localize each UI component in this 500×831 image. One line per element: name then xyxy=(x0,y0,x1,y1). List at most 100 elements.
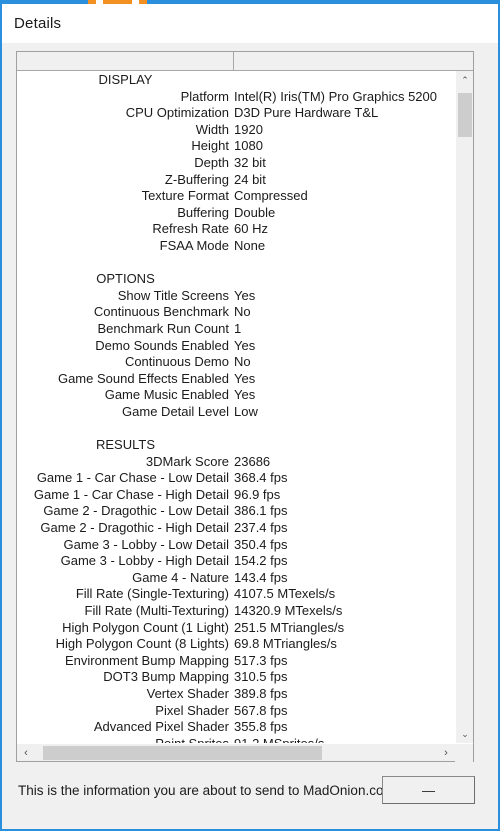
table-row[interactable]: Game Sound Effects Enabled Yes xyxy=(17,371,455,388)
row-value: D3D Pure Hardware T&L xyxy=(234,105,379,121)
table-row[interactable]: Game 2 - Dragothic - High Detail 237.4 fp… xyxy=(17,520,455,537)
table-row[interactable]: CPU Optimization D3D Pure Hardware T&L xyxy=(17,105,455,122)
row-label: Height xyxy=(191,138,229,154)
row-value: 23686 xyxy=(234,453,271,469)
table-row[interactable]: Continuous Benchmark No xyxy=(17,304,455,321)
row-label: 3DMark Score xyxy=(145,453,229,469)
table-row[interactable]: Height 1080 xyxy=(17,138,455,155)
list-section-header[interactable]: DISPLAY xyxy=(17,72,455,89)
column-header-label[interactable] xyxy=(17,52,234,70)
list-spacer-row xyxy=(17,255,455,272)
table-row[interactable]: Pixel Shader 567.8 fps xyxy=(17,703,455,720)
row-value: Yes xyxy=(234,370,256,386)
table-row[interactable]: Game 1 - Car Chase - Low Detail 368.4 fps xyxy=(17,470,455,487)
row-label: Fill Rate (Multi-Texturing) xyxy=(84,603,229,618)
table-row[interactable]: Refresh Rate 60 Hz xyxy=(17,221,455,238)
row-value: Intel(R) Iris(TM) Pro Graphics 5200 xyxy=(234,88,437,104)
row-label: Pixel Shader xyxy=(155,702,229,718)
table-row[interactable]: Game 1 - Car Chase - High Detail 96.9 fps xyxy=(17,487,455,504)
row-value xyxy=(234,420,455,437)
row-label: Benchmark Run Count xyxy=(97,320,229,336)
row-label: Platform xyxy=(180,88,229,104)
details-list-view[interactable]: DISPLAY Platform Intel(R) Iris(TM) Pro Gra… xyxy=(16,51,474,762)
row-value: Double xyxy=(234,204,276,220)
table-row[interactable]: Texture Format Compressed xyxy=(17,188,455,205)
table-row[interactable]: Game Music Enabled Yes xyxy=(17,387,455,404)
table-row[interactable]: 3DMark Score 23686 xyxy=(17,454,455,471)
table-row[interactable]: Advanced Pixel Shader 355.8 fps xyxy=(17,719,455,736)
table-row[interactable]: Game 4 - Nature 143.4 fps xyxy=(17,570,455,587)
row-value: 60 Hz xyxy=(234,221,268,237)
table-row[interactable]: Depth 32 bit xyxy=(17,155,455,172)
table-row[interactable]: Point Sprites91.2 MSprites/s xyxy=(17,736,455,743)
table-row[interactable]: Environment Bump Mapping 517.3 fps xyxy=(17,653,455,670)
row-value: 517.3 fps xyxy=(234,652,288,668)
scroll-up-icon[interactable]: ⌃ xyxy=(456,71,474,89)
row-label: Width xyxy=(195,121,229,137)
row-label: Continuous Benchmark xyxy=(93,304,229,320)
row-value: 350.4 fps xyxy=(234,536,288,552)
row-label: Game Music Enabled xyxy=(104,387,229,403)
table-row[interactable]: Width 1920 xyxy=(17,122,455,139)
table-row[interactable]: Benchmark Run Count 1 xyxy=(17,321,455,338)
row-value: 1 xyxy=(234,320,242,336)
footer-action-button[interactable]: — xyxy=(382,776,475,804)
row-label: Show Title Screens xyxy=(117,287,229,303)
table-row[interactable]: Game 3 - Lobby - Low Detail 350.4 fps xyxy=(17,537,455,554)
footer-info-text: This is the information you are about to… xyxy=(18,783,388,798)
table-row[interactable]: High Polygon Count (1 Light) 251.5 MTrian… xyxy=(17,620,455,637)
row-label: Z-Buffering xyxy=(164,171,229,187)
row-value: 4107.5 MTexels/s xyxy=(234,586,336,602)
vertical-scrollbar-thumb[interactable] xyxy=(458,93,472,137)
row-label: High Polygon Count (8 Lights) xyxy=(55,636,229,652)
row-label: Game 4 - Nature xyxy=(132,569,229,585)
row-value: Yes xyxy=(234,287,256,303)
horizontal-scrollbar-thumb[interactable] xyxy=(43,746,322,760)
row-value xyxy=(234,437,455,454)
table-row[interactable]: Game 3 - Lobby - High Detail 154.2 fps xyxy=(17,553,455,570)
row-label: Continuous Demo xyxy=(124,354,229,370)
table-row[interactable]: Game 2 - Dragothic - Low Detail 386.1 fps xyxy=(17,503,455,520)
table-row[interactable]: High Polygon Count (8 Lights) 69.8 MTrian… xyxy=(17,636,455,653)
row-label: Game 1 - Car Chase - Low Detail xyxy=(36,470,229,486)
table-row[interactable]: Platform Intel(R) Iris(TM) Pro Graphics 5… xyxy=(17,89,455,106)
list-section-header[interactable]: RESULTS xyxy=(17,437,455,454)
horizontal-scrollbar[interactable]: ‹ › xyxy=(17,743,473,762)
row-value: 1920 xyxy=(234,121,263,137)
row-label: Demo Sounds Enabled xyxy=(95,337,229,353)
row-value: No xyxy=(234,354,251,370)
row-value: 567.8 fps xyxy=(234,702,288,718)
row-value: 237.4 fps xyxy=(234,520,288,536)
table-row[interactable]: DOT3 Bump Mapping 310.5 fps xyxy=(17,669,455,686)
table-row[interactable]: Buffering Double xyxy=(17,205,455,222)
scroll-left-icon[interactable]: ‹ xyxy=(17,744,35,762)
row-label xyxy=(17,420,234,437)
table-row[interactable]: Demo Sounds Enabled Yes xyxy=(17,338,455,355)
table-row[interactable]: FSAA Mode None xyxy=(17,238,455,255)
row-value: Yes xyxy=(234,337,256,353)
table-row[interactable]: Vertex Shader 389.8 fps xyxy=(17,686,455,703)
row-value: 96.9 fps xyxy=(234,486,281,502)
table-row[interactable]: Fill Rate (Multi-Texturing) 14320.9 MTexe… xyxy=(17,603,455,620)
row-value: 386.1 fps xyxy=(234,503,288,519)
row-label: Game 3 - Lobby - High Detail xyxy=(60,553,229,569)
row-value: Yes xyxy=(234,387,256,403)
table-row[interactable]: Fill Rate (Single-Texturing) 4107.5 MTexe… xyxy=(17,586,455,603)
vertical-scrollbar[interactable]: ⌃ ⌄ xyxy=(455,71,473,743)
scroll-down-icon[interactable]: ⌄ xyxy=(456,725,474,743)
table-row[interactable]: Z-Buffering 24 bit xyxy=(17,172,455,189)
row-value: Compressed xyxy=(234,188,308,204)
table-row[interactable]: Show Title Screens Yes xyxy=(17,288,455,305)
table-row[interactable]: Continuous Demo No xyxy=(17,354,455,371)
row-label xyxy=(17,255,234,272)
column-header-value[interactable] xyxy=(234,52,454,70)
row-label: Fill Rate (Single-Texturing) xyxy=(75,586,229,602)
list-section-header[interactable]: OPTIONS xyxy=(17,271,455,288)
row-value: 24 bit xyxy=(234,171,266,187)
table-row[interactable]: Game Detail Level Low xyxy=(17,404,455,421)
scroll-right-icon[interactable]: › xyxy=(437,744,455,762)
row-value: None xyxy=(234,237,266,253)
row-label: FSAA Mode xyxy=(159,237,229,253)
row-value: 91.2 MSprites/s xyxy=(234,736,455,743)
row-value: Low xyxy=(234,403,258,419)
